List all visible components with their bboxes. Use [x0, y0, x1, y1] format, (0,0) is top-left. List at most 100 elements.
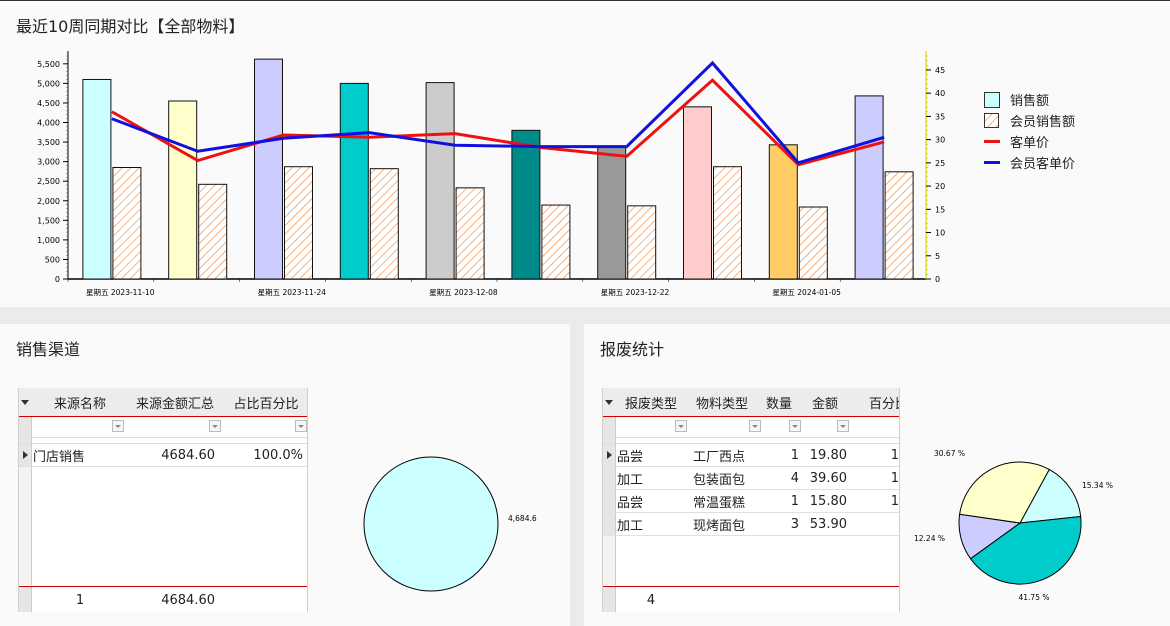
- cell-material-type[interactable]: 现烤面包: [693, 513, 763, 535]
- col-quantity[interactable]: 数量: [759, 388, 799, 416]
- cell-quantity[interactable]: 1: [759, 490, 799, 512]
- y-tick-label: 0: [55, 275, 60, 284]
- cell-source-name[interactable]: 门店销售: [33, 444, 125, 466]
- weekly-comparison-panel: 最近10周同期对比【全部物料】 0 500 1,000 1,500 2,000 2,500…: [0, 0, 1170, 307]
- y-tick-label: 3,000: [37, 158, 60, 167]
- cell-percent[interactable]: 1: [869, 467, 899, 489]
- cell-source-amount[interactable]: 4684.60: [125, 444, 215, 466]
- x-tick-label: 星期五 2023-12-08: [429, 288, 498, 297]
- column-chooser-icon[interactable]: [19, 388, 31, 416]
- legend-label-sales: 销售额: [1010, 94, 1050, 109]
- col-percent[interactable]: 百分比: [869, 388, 899, 416]
- legend-swatch-sales: [984, 91, 1000, 108]
- row-indicator-icon: [603, 444, 616, 466]
- table-row[interactable]: 门店销售 4684.60 100.0%: [19, 444, 307, 467]
- bar-sales: [339, 82, 369, 280]
- y2-tick-label: 45: [935, 66, 945, 75]
- filter-dropdown-icon[interactable]: [749, 420, 761, 432]
- legend-label-avg-price: 客单价: [1010, 136, 1050, 151]
- line-member-avg-price: [111, 60, 885, 165]
- cell-amount[interactable]: 15.80: [801, 490, 847, 512]
- bar-sales: [82, 78, 112, 280]
- y-tick-label: 5,500: [37, 60, 60, 69]
- legend-item-sales: 销售额: [984, 89, 1075, 110]
- cell-quantity[interactable]: 3: [759, 513, 799, 535]
- bar-member-sales: [798, 206, 828, 280]
- filter-dropdown-icon[interactable]: [295, 420, 307, 432]
- bar-member-sales: [198, 183, 228, 280]
- cell-scrap-type[interactable]: 品尝: [617, 444, 685, 466]
- filter-dropdown-icon[interactable]: [112, 420, 124, 432]
- col-source-amount[interactable]: 来源金额汇总: [125, 388, 225, 416]
- bar-sales: [683, 106, 712, 280]
- cell-quantity[interactable]: 1: [759, 444, 799, 466]
- chart-legend: 销售额 会员销售额 客单价 会员客单价: [984, 89, 1075, 173]
- pie-label: 12.24 %: [914, 534, 945, 543]
- cell-amount[interactable]: 19.80: [801, 444, 847, 466]
- cell-percent[interactable]: 1: [869, 490, 899, 512]
- col-percent[interactable]: 占比百分比: [225, 388, 307, 416]
- y-tick-label: 2,500: [37, 177, 60, 186]
- x-tick-label: 星期五 2024-01-05: [772, 288, 841, 297]
- cell-scrap-type[interactable]: 加工: [617, 467, 685, 489]
- grid-spacer: [603, 437, 899, 444]
- footer-amount-sum: 4684.60: [161, 592, 215, 608]
- table-row[interactable]: 品尝 常温蛋糕 1 15.80 1: [603, 490, 899, 513]
- y2-tick-label: 5: [935, 252, 940, 261]
- bar-member-sales: [884, 171, 914, 280]
- cell-material-type[interactable]: 工厂西点: [693, 444, 763, 466]
- cell-quantity[interactable]: 4: [759, 467, 799, 489]
- cell-amount[interactable]: 53.90: [801, 513, 847, 535]
- grid-filter-row: [19, 417, 307, 438]
- x-tick-label: 星期五 2023-11-24: [258, 288, 327, 297]
- table-row[interactable]: 加工 现烤面包 3 53.90: [603, 513, 899, 536]
- scrap-stats-grid: 报废类型 物料类型 数量 金额 百分比 品尝 工厂西点 1 19.80 1 加工…: [602, 388, 900, 612]
- footer-indicator: [19, 587, 32, 612]
- cell-percent[interactable]: 100.0%: [225, 444, 303, 466]
- cell-material-type[interactable]: 常温蛋糕: [693, 490, 763, 512]
- y-tick-label: 3,500: [37, 138, 60, 147]
- col-scrap-type[interactable]: 报废类型: [617, 388, 685, 416]
- cell-percent[interactable]: [869, 513, 899, 535]
- y-tick-label: 1,000: [37, 236, 60, 245]
- bar-sales: [511, 129, 541, 280]
- filter-dropdown-icon[interactable]: [675, 420, 687, 432]
- bar-member-sales: [713, 166, 742, 280]
- bar-member-sales: [284, 166, 313, 280]
- cell-material-type[interactable]: 包装面包: [693, 467, 763, 489]
- y2-tick-label: 0: [935, 275, 940, 284]
- cell-percent[interactable]: 1: [869, 444, 899, 466]
- legend-item-member-sales: 会员销售额: [984, 110, 1075, 131]
- sales-channel-pie-chart: 4,684.6: [363, 456, 537, 592]
- pie-label: 41.75 %: [1019, 593, 1050, 602]
- col-amount[interactable]: 金额: [801, 388, 849, 416]
- grid-footer: 1 4684.60: [19, 586, 307, 612]
- legend-label-member-sales: 会员销售额: [1010, 115, 1076, 130]
- bar-member-sales: [112, 167, 142, 280]
- col-material-type[interactable]: 物料类型: [687, 388, 757, 416]
- grid-empty-area: [603, 536, 899, 585]
- filter-indicator: [603, 417, 616, 437]
- y2-tick-label: 35: [935, 112, 945, 121]
- table-row[interactable]: 加工 包装面包 4 39.60 1: [603, 467, 899, 490]
- grid-empty-area: [19, 467, 307, 585]
- filter-dropdown-icon[interactable]: [837, 420, 849, 432]
- y-tick-label: 2,000: [37, 197, 60, 206]
- filter-dropdown-icon[interactable]: [209, 420, 221, 432]
- bar-sales: [768, 144, 798, 280]
- row-indicator: [603, 490, 616, 512]
- col-source-name[interactable]: 来源名称: [35, 388, 125, 416]
- grid-header: 报废类型 物料类型 数量 金额 百分比: [603, 388, 899, 417]
- cell-scrap-type[interactable]: 品尝: [617, 490, 685, 512]
- table-row[interactable]: 品尝 工厂西点 1 19.80 1: [603, 444, 899, 467]
- filter-dropdown-icon[interactable]: [789, 420, 801, 432]
- cell-scrap-type[interactable]: 加工: [617, 513, 685, 535]
- sales-channel-title: 销售渠道: [16, 340, 81, 359]
- sales-channel-grid: 来源名称 来源金额汇总 占比百分比 门店销售 4684.60 100.0% 1 …: [18, 388, 308, 612]
- y-tick-label: 500: [45, 255, 60, 264]
- column-chooser-icon[interactable]: [603, 388, 615, 416]
- y2-tick-label: 40: [935, 89, 945, 98]
- bar-sales: [425, 82, 455, 280]
- cell-amount[interactable]: 39.60: [801, 467, 847, 489]
- legend-swatch-avg-price: [984, 140, 1000, 143]
